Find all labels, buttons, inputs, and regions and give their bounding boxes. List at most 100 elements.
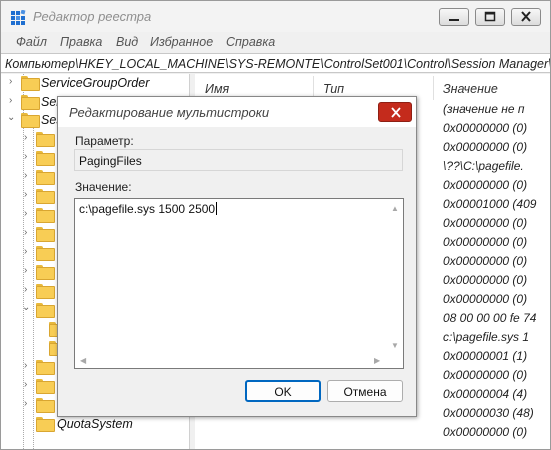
tree-item[interactable]: › ServiceGroupOrder bbox=[1, 74, 189, 92]
tree-item[interactable]: › bbox=[1, 282, 57, 300]
value-cell[interactable]: 0x00000000 (0) bbox=[443, 292, 527, 306]
column-header-type[interactable]: Тип bbox=[323, 82, 344, 96]
value-cell[interactable]: 0x00000000 (0) bbox=[443, 254, 527, 268]
close-window-button[interactable] bbox=[511, 8, 541, 26]
window-title: Редактор реестра bbox=[33, 9, 152, 24]
parameter-name-value: PagingFiles bbox=[79, 154, 142, 168]
ok-button-label: OK bbox=[274, 385, 292, 399]
folder-icon bbox=[36, 170, 55, 185]
tree-item[interactable]: › bbox=[1, 263, 57, 281]
minimize-icon bbox=[449, 19, 459, 21]
scroll-right-arrow-icon[interactable]: ▶ bbox=[374, 356, 380, 365]
value-cell[interactable]: 0x00000000 (0) bbox=[443, 140, 527, 154]
column-divider[interactable] bbox=[433, 76, 434, 100]
chevron-right-icon: › bbox=[24, 151, 28, 162]
value-cell[interactable]: 0x00000000 (0) bbox=[443, 178, 527, 192]
folder-icon bbox=[36, 284, 55, 299]
folder-icon bbox=[36, 208, 55, 223]
folder-open-icon bbox=[36, 303, 55, 318]
chevron-right-icon: › bbox=[24, 265, 28, 276]
vertical-scrollbar[interactable]: ▲ ▼ bbox=[386, 200, 403, 354]
dialog-title-bar[interactable]: Редактирование мультистроки bbox=[58, 97, 416, 127]
folder-icon bbox=[36, 189, 55, 204]
chevron-right-icon: › bbox=[24, 379, 28, 390]
address-bar[interactable]: Компьютер\HKEY_LOCAL_MACHINE\SYS-REMONTE… bbox=[1, 53, 550, 73]
cancel-button-label: Отмена bbox=[343, 385, 387, 399]
chevron-right-icon: › bbox=[9, 76, 13, 87]
menu-file[interactable]: Файл bbox=[16, 35, 47, 49]
value-cell[interactable]: c:\pagefile.sys 1 bbox=[443, 330, 529, 344]
folder-icon bbox=[36, 360, 55, 375]
scroll-up-arrow-icon[interactable]: ▲ bbox=[391, 204, 399, 213]
scroll-down-arrow-icon[interactable]: ▼ bbox=[391, 341, 399, 350]
value-cell[interactable]: 0x00000004 (4) bbox=[443, 387, 527, 401]
value-cell[interactable]: 0x00000000 (0) bbox=[443, 235, 527, 249]
chevron-right-icon: › bbox=[24, 246, 28, 257]
folder-icon bbox=[36, 151, 55, 166]
tree-item[interactable]: › bbox=[1, 396, 57, 414]
value-cell[interactable]: \??\C:\pagefile. bbox=[443, 159, 524, 173]
registry-editor-icon bbox=[11, 10, 26, 25]
value-cell[interactable]: 0x00000000 (0) bbox=[443, 273, 527, 287]
chevron-right-icon: › bbox=[24, 170, 28, 181]
folder-icon bbox=[36, 246, 55, 261]
chevron-down-icon: ⌄ bbox=[22, 302, 31, 313]
text-caret bbox=[216, 202, 218, 215]
folder-icon bbox=[36, 132, 55, 147]
maximize-button[interactable] bbox=[475, 8, 505, 26]
column-header-value[interactable]: Значение bbox=[443, 82, 498, 96]
value-cell[interactable]: 0x00000000 (0) bbox=[443, 216, 527, 230]
menu-edit[interactable]: Правка bbox=[60, 35, 102, 49]
horizontal-scrollbar[interactable]: ◀ ▶ bbox=[76, 354, 386, 368]
value-cell[interactable]: 0x00000000 (0) bbox=[443, 121, 527, 135]
minimize-button[interactable] bbox=[439, 8, 469, 26]
value-cell[interactable]: 0x00000030 (48) bbox=[443, 406, 534, 420]
chevron-right-icon: › bbox=[24, 189, 28, 200]
value-cell[interactable]: 0x00000000 (0) bbox=[443, 425, 527, 439]
chevron-right-icon: › bbox=[24, 132, 28, 143]
tree-item[interactable]: › bbox=[1, 130, 57, 148]
chevron-right-icon: › bbox=[24, 398, 28, 409]
edit-multistring-dialog: Редактирование мультистроки Параметр: Pa… bbox=[57, 96, 417, 417]
tree-item[interactable]: QuotaSystem bbox=[1, 415, 189, 433]
chevron-right-icon: › bbox=[24, 208, 28, 219]
menu-favorites[interactable]: Избранное bbox=[150, 35, 213, 49]
menu-help[interactable]: Справка bbox=[226, 35, 275, 49]
tree-item[interactable]: › bbox=[1, 225, 57, 243]
menu-bar: Файл Правка Вид Избранное Справка bbox=[1, 32, 550, 52]
tree-item[interactable]: › bbox=[1, 358, 57, 376]
tree-item[interactable]: › bbox=[1, 149, 57, 167]
value-cell[interactable]: (значение не п bbox=[443, 102, 524, 116]
value-label: Значение: bbox=[75, 180, 132, 194]
close-icon bbox=[521, 11, 531, 22]
value-cell[interactable]: 0x00000000 (0) bbox=[443, 368, 527, 382]
folder-icon bbox=[21, 76, 40, 91]
dialog-close-button[interactable] bbox=[378, 102, 412, 122]
value-text-content: c:\pagefile.sys 1500 2500 bbox=[79, 202, 216, 216]
folder-icon bbox=[36, 265, 55, 280]
registry-editor-window: Редактор реестра Файл Правка Вид Избранн… bbox=[0, 0, 551, 450]
value-cell[interactable]: 0x00001000 (409 bbox=[443, 197, 536, 211]
ok-button[interactable]: OK bbox=[245, 380, 321, 402]
chevron-right-icon: › bbox=[24, 360, 28, 371]
value-textarea[interactable]: c:\pagefile.sys 1500 2500 ▲ ▼ ◀ ▶ bbox=[74, 198, 404, 369]
tree-item-memory-management[interactable]: ⌄ bbox=[1, 301, 57, 319]
tree-item-label: QuotaSystem bbox=[57, 417, 133, 431]
value-cell[interactable]: 0x00000001 (1) bbox=[443, 349, 527, 363]
parameter-label: Параметр: bbox=[75, 134, 134, 148]
value-text: c:\pagefile.sys 1500 2500 bbox=[79, 202, 218, 216]
menu-view[interactable]: Вид bbox=[116, 35, 138, 49]
folder-open-icon bbox=[21, 113, 40, 128]
value-cell[interactable]: 08 00 00 00 fe 74 bbox=[443, 311, 536, 325]
address-path: Компьютер\HKEY_LOCAL_MACHINE\SYS-REMONTE… bbox=[5, 57, 550, 71]
scroll-left-arrow-icon[interactable]: ◀ bbox=[80, 356, 86, 365]
cancel-button[interactable]: Отмена bbox=[327, 380, 403, 402]
tree-item[interactable]: › bbox=[1, 377, 57, 395]
folder-icon bbox=[36, 417, 55, 432]
column-header-name[interactable]: Имя bbox=[205, 82, 229, 96]
tree-item[interactable]: › bbox=[1, 206, 57, 224]
tree-item[interactable]: › bbox=[1, 168, 57, 186]
tree-item[interactable]: › bbox=[1, 187, 57, 205]
tree-item[interactable]: › bbox=[1, 244, 57, 262]
title-bar[interactable]: Редактор реестра bbox=[1, 1, 550, 32]
